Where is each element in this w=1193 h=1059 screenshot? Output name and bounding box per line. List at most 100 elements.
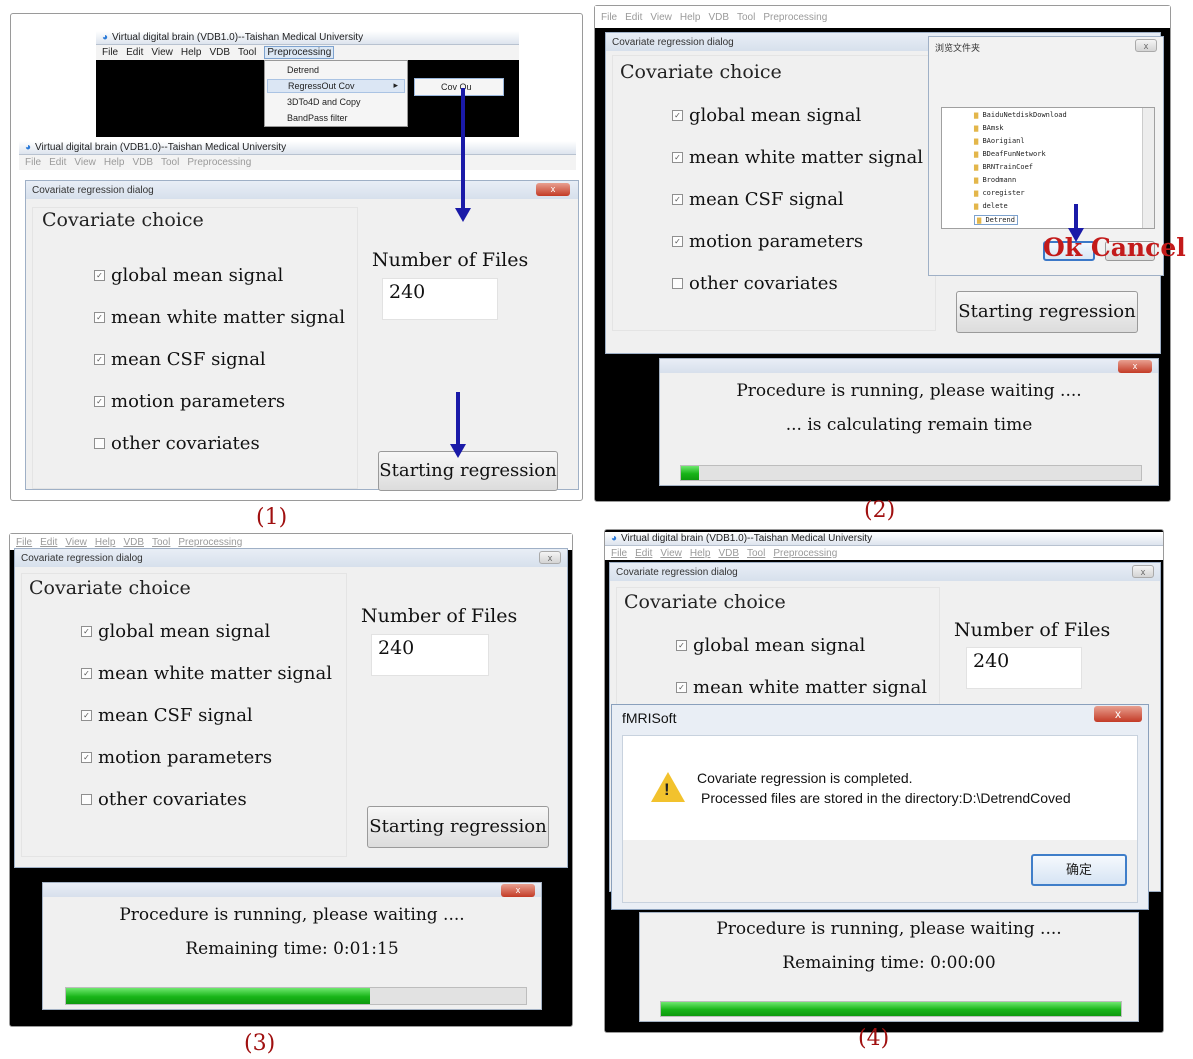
folder-item-selected[interactable]: ▆ Detrend — [974, 215, 1018, 225]
checkbox-white-matter[interactable]: ✓ — [676, 682, 687, 693]
close-icon[interactable]: x — [1132, 565, 1154, 578]
ok-button[interactable]: 确定 — [1031, 854, 1127, 886]
option-white-matter[interactable]: ✓ mean white matter signal — [672, 147, 923, 168]
number-of-files-input[interactable]: 240 — [371, 634, 489, 676]
menu-item-detrend[interactable]: Detrend — [287, 65, 319, 75]
menu-tool[interactable]: Tool — [737, 12, 755, 23]
menu-file[interactable]: File — [25, 157, 41, 168]
close-icon[interactable]: x — [536, 183, 570, 196]
menu-preprocessing[interactable]: Preprocessing — [763, 12, 827, 23]
menu-file[interactable]: File — [601, 12, 617, 23]
checkbox-white-matter[interactable]: ✓ — [81, 668, 92, 679]
option-motion[interactable]: ✓ motion parameters — [81, 747, 272, 768]
option-motion[interactable]: ✓ motion parameters — [672, 231, 863, 252]
menu-help[interactable]: Help — [104, 157, 125, 168]
menu-help[interactable]: Help — [95, 537, 116, 548]
folder-item[interactable]: ▆ Brodmann — [974, 176, 1016, 184]
option-global-mean[interactable]: ✓ global mean signal — [672, 105, 861, 126]
checkbox-white-matter[interactable]: ✓ — [94, 312, 105, 323]
menu-tool[interactable]: Tool — [161, 157, 179, 168]
checkbox-motion[interactable]: ✓ — [81, 752, 92, 763]
menu-item-bandpass[interactable]: BandPass filter — [287, 113, 348, 123]
menu-preprocessing[interactable]: Preprocessing — [773, 548, 837, 559]
checkbox-global-mean[interactable]: ✓ — [81, 626, 92, 637]
folder-item[interactable]: ▆ BDeafFunNetwork — [974, 150, 1046, 158]
close-icon[interactable]: x — [1118, 360, 1152, 373]
close-icon[interactable]: x — [1094, 706, 1142, 722]
menu-help[interactable]: Help — [181, 47, 202, 58]
option-csf[interactable]: ✓ mean CSF signal — [81, 705, 253, 726]
option-white-matter[interactable]: ✓ mean white matter signal — [676, 677, 927, 698]
option-other[interactable]: other covariates — [81, 789, 247, 810]
option-other[interactable]: other covariates — [672, 273, 838, 294]
starting-regression-button[interactable]: Starting regression — [378, 451, 558, 491]
checkbox-white-matter[interactable]: ✓ — [672, 152, 683, 163]
menu-tool[interactable]: Tool — [238, 47, 256, 58]
folder-item[interactable]: ▆ BaiduNetdiskDownload — [974, 111, 1067, 119]
checkbox-motion[interactable]: ✓ — [672, 236, 683, 247]
checkbox-csf[interactable]: ✓ — [81, 710, 92, 721]
option-global-mean[interactable]: ✓ global mean signal — [676, 635, 865, 656]
option-white-matter[interactable]: ✓ mean white matter signal — [94, 307, 345, 328]
close-icon[interactable]: x — [539, 551, 561, 564]
menu-edit[interactable]: Edit — [49, 157, 66, 168]
menu-edit[interactable]: Edit — [625, 12, 642, 23]
checkbox-csf[interactable]: ✓ — [672, 194, 683, 205]
menu-edit[interactable]: Edit — [40, 537, 57, 548]
starting-regression-button[interactable]: Starting regression — [956, 291, 1138, 333]
menu-help[interactable]: Help — [680, 12, 701, 23]
menu-help[interactable]: Help — [690, 548, 711, 559]
menu-tool[interactable]: Tool — [747, 548, 765, 559]
option-other[interactable]: other covariates — [94, 433, 260, 454]
menu-file[interactable]: File — [16, 537, 32, 548]
menu-item-regressout[interactable]: RegressOut Cov ▸ — [267, 79, 405, 93]
menu-tool[interactable]: Tool — [152, 537, 170, 548]
checkbox-other[interactable] — [672, 278, 683, 289]
menu-file[interactable]: File — [102, 47, 118, 58]
menu-preprocessing[interactable]: Preprocessing — [264, 46, 335, 59]
number-of-files-input[interactable]: 240 — [966, 647, 1082, 689]
submenu-cov-out[interactable]: Cov Ou — [414, 78, 504, 96]
folder-item[interactable]: ▆ BRNTrainCoef — [974, 163, 1033, 171]
option-global-mean[interactable]: ✓ global mean signal — [81, 621, 270, 642]
close-icon[interactable]: x — [501, 884, 535, 897]
folder-item[interactable]: ▆ coregister — [974, 189, 1025, 197]
option-global-mean[interactable]: ✓ global mean signal — [94, 265, 283, 286]
starting-regression-button[interactable]: Starting regression — [367, 806, 549, 848]
cancel-label[interactable]: Cancel — [1091, 233, 1186, 262]
checkbox-global-mean[interactable]: ✓ — [672, 110, 683, 121]
menu-preprocessing[interactable]: Preprocessing — [178, 537, 242, 548]
scrollbar[interactable] — [1142, 108, 1154, 228]
menu-vdb[interactable]: VDB — [209, 47, 230, 58]
menu-vdb[interactable]: VDB — [708, 12, 729, 23]
close-icon[interactable]: x — [1135, 39, 1157, 52]
menu-edit[interactable]: Edit — [635, 548, 652, 559]
menu-vdb[interactable]: VDB — [718, 548, 739, 559]
menu-vdb[interactable]: VDB — [132, 157, 153, 168]
option-csf[interactable]: ✓ mean CSF signal — [94, 349, 266, 370]
folder-item[interactable]: ▆ BAmsk — [974, 124, 1004, 132]
menu-item-3dto4d[interactable]: 3DTo4D and Copy — [287, 97, 361, 107]
menu-preprocessing[interactable]: Preprocessing — [187, 157, 251, 168]
folder-item[interactable]: ▆ delete — [974, 202, 1008, 210]
menu-vdb[interactable]: VDB — [123, 537, 144, 548]
checkbox-csf[interactable]: ✓ — [94, 354, 105, 365]
option-white-matter[interactable]: ✓ mean white matter signal — [81, 663, 332, 684]
checkbox-global-mean[interactable]: ✓ — [676, 640, 687, 651]
menu-view[interactable]: View — [74, 157, 96, 168]
number-of-files-input[interactable]: 240 — [382, 278, 498, 320]
folder-tree[interactable]: ▆ BaiduNetdiskDownload ▆ BAmsk ▆ BAorigi… — [941, 107, 1155, 229]
menu-view[interactable]: View — [65, 537, 87, 548]
checkbox-motion[interactable]: ✓ — [94, 396, 105, 407]
menu-view[interactable]: View — [650, 12, 672, 23]
menu-edit[interactable]: Edit — [126, 47, 143, 58]
menu-view[interactable]: View — [151, 47, 173, 58]
folder-item[interactable]: ▆ BAorigianl — [974, 137, 1025, 145]
checkbox-global-mean[interactable]: ✓ — [94, 270, 105, 281]
checkbox-other[interactable] — [81, 794, 92, 805]
option-motion[interactable]: ✓ motion parameters — [94, 391, 285, 412]
option-csf[interactable]: ✓ mean CSF signal — [672, 189, 844, 210]
menu-file[interactable]: File — [611, 548, 627, 559]
checkbox-other[interactable] — [94, 438, 105, 449]
menu-view[interactable]: View — [660, 548, 682, 559]
